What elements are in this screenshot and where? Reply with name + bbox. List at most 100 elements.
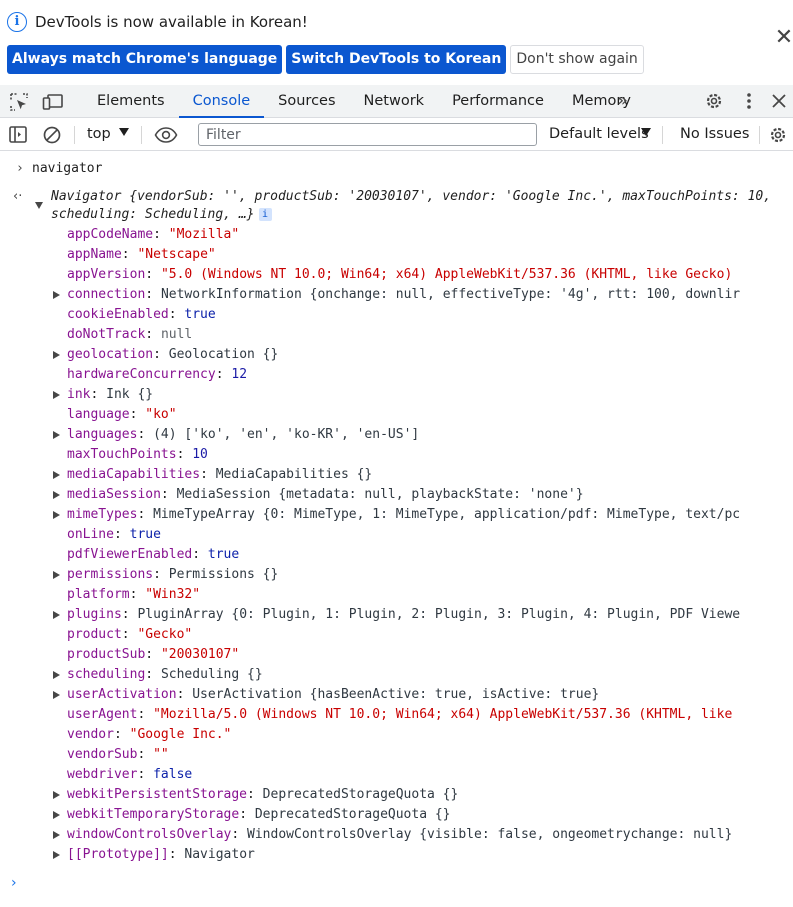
input-prompt-chevron-icon: › bbox=[11, 875, 17, 891]
property-key: hardwareConcurrency bbox=[67, 367, 216, 382]
property-key: cookieEnabled bbox=[67, 307, 169, 322]
expand-triangle-icon[interactable] bbox=[53, 831, 60, 839]
property-row[interactable]: webkitTemporaryStorage: DeprecatedStorag… bbox=[0, 805, 770, 825]
property-row[interactable]: plugins: PluginArray {0: Plugin, 1: Plug… bbox=[0, 605, 770, 625]
tab-performance[interactable]: Performance bbox=[438, 85, 558, 118]
expand-triangle-icon[interactable] bbox=[53, 691, 60, 699]
expand-triangle-icon[interactable] bbox=[35, 202, 43, 209]
property-row[interactable]: windowControlsOverlay: WindowControlsOve… bbox=[0, 825, 770, 845]
property-key: appVersion bbox=[67, 267, 146, 282]
toolbar-separator bbox=[662, 126, 663, 144]
property-row[interactable]: webkitPersistentStorage: DeprecatedStora… bbox=[0, 785, 770, 805]
property-row[interactable]: permissions: Permissions {} bbox=[0, 565, 770, 585]
property-row[interactable]: languages: (4) ['ko', 'en', 'ko-KR', 'en… bbox=[0, 425, 770, 445]
console-settings-gear-icon[interactable] bbox=[768, 125, 788, 149]
property-row[interactable]: scheduling: Scheduling {} bbox=[0, 665, 770, 685]
more-tabs-icon[interactable]: » bbox=[617, 90, 628, 111]
console-sidebar-icon[interactable] bbox=[8, 125, 28, 149]
expand-triangle-icon[interactable] bbox=[53, 671, 60, 679]
toolbar-separator bbox=[74, 126, 75, 144]
tab-sources[interactable]: Sources bbox=[264, 85, 349, 118]
expand-triangle-icon[interactable] bbox=[53, 791, 60, 799]
tab-network[interactable]: Network bbox=[350, 85, 439, 118]
info-badge-icon[interactable]: i bbox=[258, 208, 272, 221]
property-value: PluginArray {0: Plugin, 1: Plugin, 2: Pl… bbox=[137, 607, 741, 622]
expand-triangle-icon[interactable] bbox=[53, 291, 60, 299]
close-devtools-icon[interactable] bbox=[771, 91, 787, 116]
always-match-language-button[interactable]: Always match Chrome's language bbox=[7, 45, 283, 74]
expand-triangle-icon[interactable] bbox=[53, 851, 60, 859]
property-value: MediaSession {metadata: null, playbackSt… bbox=[176, 487, 584, 502]
expand-triangle-icon[interactable] bbox=[53, 471, 60, 479]
property-row: productSub: "20030107" bbox=[0, 645, 770, 665]
property-entry: mediaSession: MediaSession {metadata: nu… bbox=[67, 487, 584, 502]
property-row[interactable]: mimeTypes: MimeTypeArray {0: MimeType, 1… bbox=[0, 505, 770, 525]
expand-triangle-icon[interactable] bbox=[53, 491, 60, 499]
property-row: language: "ko" bbox=[0, 405, 770, 425]
command-text: navigator bbox=[32, 161, 103, 176]
property-entry: userActivation: UserActivation {hasBeenA… bbox=[67, 687, 600, 702]
property-entry: webdriver: false bbox=[67, 767, 193, 782]
property-key: productSub bbox=[67, 647, 146, 662]
clear-console-icon[interactable] bbox=[42, 125, 62, 149]
toolbar-separator bbox=[759, 126, 760, 144]
expand-triangle-icon[interactable] bbox=[53, 391, 60, 399]
expand-triangle-icon[interactable] bbox=[53, 571, 60, 579]
property-entry: language: "ko" bbox=[67, 407, 177, 422]
tab-console[interactable]: Console bbox=[178, 85, 265, 118]
property-value: DeprecatedStorageQuota {} bbox=[254, 807, 451, 822]
console-command-line: › navigator bbox=[0, 159, 793, 179]
expand-triangle-icon[interactable] bbox=[53, 811, 60, 819]
tab-memory[interactable]: Memory bbox=[558, 85, 645, 118]
context-dropdown-arrow-icon[interactable] bbox=[119, 128, 129, 136]
property-value: "Gecko" bbox=[137, 627, 193, 642]
property-entry: mediaCapabilities: MediaCapabilities {} bbox=[67, 467, 373, 482]
console-input-line[interactable]: › bbox=[0, 873, 793, 893]
device-toolbar-icon[interactable] bbox=[42, 92, 63, 110]
property-value: Scheduling {} bbox=[160, 667, 263, 682]
live-expression-eye-icon[interactable] bbox=[154, 125, 178, 149]
log-levels-dropdown[interactable]: Default levels bbox=[549, 125, 649, 143]
property-value: Permissions {} bbox=[168, 567, 279, 582]
property-value: 12 bbox=[231, 367, 248, 382]
property-entry: webkitPersistentStorage: DeprecatedStora… bbox=[67, 787, 459, 802]
property-row[interactable]: userActivation: UserActivation {hasBeenA… bbox=[0, 685, 770, 705]
property-row[interactable]: ink: Ink {} bbox=[0, 385, 770, 405]
property-key: webkitTemporaryStorage bbox=[67, 807, 240, 822]
expand-triangle-icon[interactable] bbox=[53, 351, 60, 359]
property-value: Navigator bbox=[184, 847, 255, 862]
property-entry: ink: Ink {} bbox=[67, 387, 154, 402]
banner-close-icon[interactable]: ✕ bbox=[774, 27, 793, 49]
property-key: mimeTypes bbox=[67, 507, 138, 522]
tab-elements[interactable]: Elements bbox=[83, 85, 179, 118]
result-summary-row[interactable]: ‹· Navigator {vendorSub: '', productSub:… bbox=[0, 187, 793, 227]
property-value: 10 bbox=[192, 447, 208, 462]
property-entry: pdfViewerEnabled: true bbox=[67, 547, 240, 562]
property-row[interactable]: geolocation: Geolocation {} bbox=[0, 345, 770, 365]
property-value: "" bbox=[153, 747, 169, 762]
property-row[interactable]: connection: NetworkInformation {onchange… bbox=[0, 285, 770, 305]
settings-gear-icon[interactable] bbox=[704, 91, 724, 116]
property-row[interactable]: mediaSession: MediaSession {metadata: nu… bbox=[0, 485, 770, 505]
property-value: NetworkInformation {onchange: null, effe… bbox=[160, 287, 741, 302]
kebab-menu-icon[interactable] bbox=[745, 91, 753, 116]
property-entry: cookieEnabled: true bbox=[67, 307, 216, 322]
context-selector[interactable]: top bbox=[87, 125, 111, 143]
property-entry: appCodeName: "Mozilla" bbox=[67, 227, 240, 242]
dont-show-again-button[interactable]: Don't show again bbox=[510, 45, 644, 74]
filter-input[interactable] bbox=[198, 123, 537, 146]
levels-dropdown-arrow-icon[interactable] bbox=[641, 128, 651, 136]
expand-triangle-icon[interactable] bbox=[53, 511, 60, 519]
switch-to-korean-button[interactable]: Switch DevTools to Korean bbox=[286, 45, 507, 74]
property-entry: onLine: true bbox=[67, 527, 161, 542]
property-row: maxTouchPoints: 10 bbox=[0, 445, 770, 465]
issues-counter[interactable]: No Issues bbox=[680, 125, 749, 143]
property-row[interactable]: [[Prototype]]: Navigator bbox=[0, 845, 770, 865]
property-row: cookieEnabled: true bbox=[0, 305, 770, 325]
property-value: "Mozilla" bbox=[168, 227, 240, 242]
inspect-element-icon[interactable] bbox=[9, 92, 29, 111]
expand-triangle-icon[interactable] bbox=[53, 431, 60, 439]
property-row[interactable]: mediaCapabilities: MediaCapabilities {} bbox=[0, 465, 770, 485]
expand-triangle-icon[interactable] bbox=[53, 611, 60, 619]
property-value: "Mozilla/5.0 (Windows NT 10.0; Win64; x6… bbox=[153, 707, 733, 722]
